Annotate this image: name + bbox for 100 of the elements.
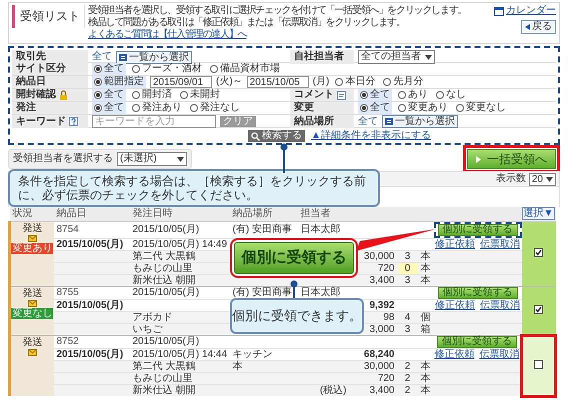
order-link[interactable]: 修正依頼 xyxy=(435,238,475,250)
table-cell: 2015/10/05(月) xyxy=(56,348,124,360)
order-link[interactable]: 伝票取消 xyxy=(479,348,520,360)
column-header: 納品場所 xyxy=(230,207,298,221)
table-cell: 2015/10/05(月) 14:44 xyxy=(132,348,228,360)
table-cell: 日本太郎 xyxy=(300,287,340,298)
status-tag: 変更なし xyxy=(11,308,54,318)
radio-option[interactable]: 変更あり xyxy=(396,102,450,114)
table-cell: 8755 xyxy=(56,287,79,298)
radio-option[interactable]: 全て xyxy=(92,102,126,114)
bulk-receive-button[interactable]: 一括受領へ xyxy=(467,149,556,169)
table-cell: いちご xyxy=(132,324,162,334)
radio-option[interactable]: 開封済 xyxy=(130,89,174,101)
radio-option[interactable]: 範囲指定 xyxy=(92,76,146,88)
table-cell: 2015/10/05(月) xyxy=(132,287,200,298)
date-field[interactable]: 2015/10/05 xyxy=(246,76,309,88)
table-cell: 2 xyxy=(404,384,410,396)
calendar-link[interactable]: カレンダー xyxy=(494,5,556,17)
radio-option[interactable]: 変更なし xyxy=(454,102,508,114)
table-cell: 720 xyxy=(378,372,394,384)
envelope-icon xyxy=(28,300,37,306)
description-text: 検品して問題がある取引は「修正依頼」または「伝票取消」をクリックします。 xyxy=(88,17,406,28)
assignee-dropdown[interactable]: (未選択) xyxy=(117,152,187,166)
table-cell: 2015/10/05(月) xyxy=(56,238,124,250)
table-cell: 4 xyxy=(404,312,410,322)
radio-icon xyxy=(456,104,464,112)
table-cell: 本 xyxy=(420,274,430,286)
field-label: 納品日 xyxy=(16,76,46,88)
order-link[interactable]: 修正依頼 xyxy=(435,300,475,310)
receive-button[interactable]: 個別に受領する xyxy=(438,286,518,298)
checkbox[interactable] xyxy=(534,304,543,314)
keyword-field[interactable]: キーワードを入力 xyxy=(92,115,216,128)
field-label: コメント xyxy=(294,89,334,101)
select-from-list-button[interactable]: 一覧から選択 xyxy=(116,50,192,64)
order-link[interactable]: 伝票取消 xyxy=(480,300,520,310)
field-label: 変更 xyxy=(294,102,314,114)
radio-option[interactable]: 先月分 xyxy=(381,76,426,88)
field-label: サイト区分 xyxy=(16,63,66,75)
column-header: 発注日時 xyxy=(130,207,230,221)
receive-button[interactable]: 個別に受領する xyxy=(436,336,517,348)
checkbox[interactable] xyxy=(534,248,543,258)
callout-note: 個別に受領できます。 xyxy=(230,298,364,334)
order-link[interactable]: 伝票取消 xyxy=(480,238,520,250)
table-cell: キッチン xyxy=(232,348,272,360)
table-cell: (有) 安田商事 xyxy=(232,287,292,298)
status-tag: 変更あり xyxy=(11,242,54,254)
table-cell: (税込) xyxy=(320,384,346,396)
table-cell: もみじの山里 xyxy=(132,372,192,384)
table-cell: 3,000 xyxy=(369,324,394,334)
column-header: 納品日 xyxy=(54,207,130,221)
search-button[interactable]: 検索する xyxy=(248,130,305,142)
page-size-dropdown[interactable]: 20 xyxy=(528,172,556,186)
radio-option[interactable]: フーズ・酒材 xyxy=(130,63,204,75)
table-cell: 本 xyxy=(420,372,430,384)
caret-icon xyxy=(425,54,432,60)
description-text: 受領担当者を選択し、受領する取引に選択チェックを付けて「一括受領へ」をクリックします。 xyxy=(88,5,468,16)
table-cell: もみじの山里 xyxy=(132,262,192,274)
radio-option[interactable]: 全て xyxy=(358,89,392,101)
envelope-icon xyxy=(28,234,37,242)
table-cell: (有) 安田商事 xyxy=(232,224,292,235)
order-link[interactable]: 修正依頼 xyxy=(434,348,474,360)
field-label: 取引先 xyxy=(16,51,46,63)
table-cell: 本 xyxy=(420,250,430,262)
search-icon xyxy=(251,132,260,140)
field-label: 自社担当者 xyxy=(294,51,344,63)
calendar-icon xyxy=(494,6,504,16)
status-label: 発送 xyxy=(22,336,42,348)
radio-option[interactable]: 未開封 xyxy=(178,89,222,101)
radio-option[interactable]: 全て xyxy=(92,89,126,101)
select-from-list-button[interactable]: 一覧から選択 xyxy=(382,115,458,128)
page-title: 受領リスト xyxy=(12,5,85,28)
staff-dropdown[interactable]: 全ての担当者 xyxy=(358,50,435,64)
faq-link[interactable]: よくあるご質問は【仕入管理の達人】へ xyxy=(88,29,246,41)
receive-button[interactable]: 個別に受領する xyxy=(438,224,518,236)
table-cell: 2015/10/05(月) 14:49 xyxy=(132,238,228,250)
checkbox[interactable] xyxy=(534,360,543,370)
radio-option[interactable]: 全て xyxy=(358,102,392,114)
table-cell: 個 xyxy=(420,312,430,322)
select-menu-button[interactable]: 選択▼ xyxy=(522,207,556,220)
hide-conditions-link[interactable]: ▲詳細条件を非表示にする xyxy=(311,130,431,142)
date-field[interactable]: 2015/09/01 xyxy=(150,76,212,88)
pick-value: 全て xyxy=(92,51,112,63)
radio-option[interactable]: 発注なし xyxy=(188,102,242,114)
table-cell: 68,240 xyxy=(364,348,394,360)
radio-option[interactable]: 発注あり xyxy=(130,102,184,114)
table-cell: 3 xyxy=(404,324,410,334)
radio-option[interactable]: あり xyxy=(396,89,430,101)
radio-icon xyxy=(210,65,218,73)
field-label: 発注 xyxy=(16,102,36,114)
table-cell: 3,400 xyxy=(369,274,394,286)
radio-option[interactable]: 本日分 xyxy=(333,76,378,88)
back-button[interactable]: 戻る xyxy=(521,20,556,34)
radio-option[interactable]: 全て xyxy=(92,63,126,75)
table-cell: アボカド xyxy=(132,312,172,322)
table-cell: 本 xyxy=(420,360,430,372)
table-cell: 日本太郎 xyxy=(300,224,340,235)
radio-option[interactable]: 備品資材市場 xyxy=(208,63,282,75)
table-cell: 新米仕込 朝開 xyxy=(132,384,196,396)
radio-option[interactable]: なし xyxy=(434,89,468,101)
triangle-icon xyxy=(525,24,530,30)
